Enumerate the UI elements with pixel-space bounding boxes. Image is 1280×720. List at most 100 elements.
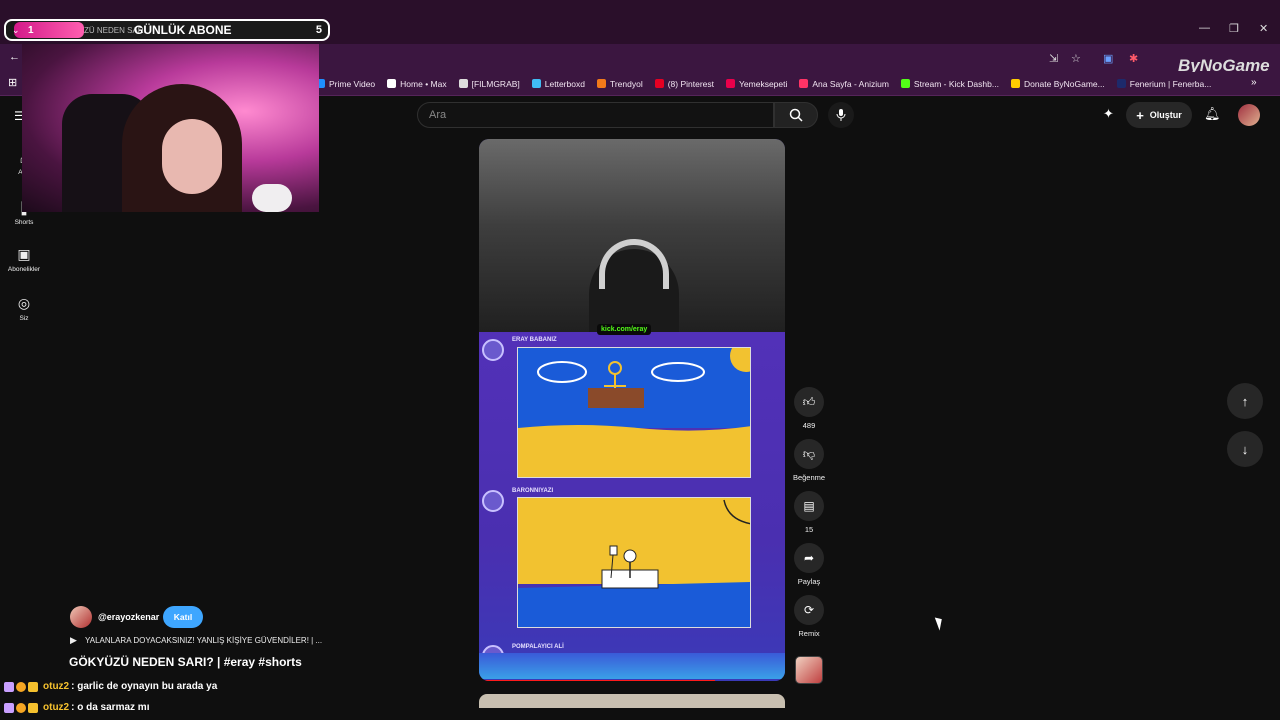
create-label: Oluştur xyxy=(1149,110,1182,120)
apps-grid-icon[interactable]: ⊞ xyxy=(8,76,17,89)
player-name: POMPALAYICI ALİ xyxy=(512,644,564,650)
bookmark-label: Yemeksepeti xyxy=(739,78,788,89)
sidebar-item-subscriptions[interactable]: ▣ Abonelikler xyxy=(0,246,48,273)
goal-title: GÜNLÜK ABONE xyxy=(134,23,232,37)
bookmark-item[interactable]: Yemeksepeti xyxy=(726,79,787,89)
remix-button[interactable]: ⟳ xyxy=(794,595,824,625)
profile-icon: ◎ xyxy=(17,295,31,311)
comments-button[interactable]: ▤ xyxy=(794,491,824,521)
extension-icon[interactable]: ✱ xyxy=(1129,52,1138,65)
chat-user: otuz2 xyxy=(43,702,70,713)
bookmark-label: Trendyol xyxy=(609,78,643,89)
bookmark-label: [FILMGRAB] xyxy=(471,78,520,89)
channel-name[interactable]: @erayozkenar xyxy=(98,612,159,622)
bookmark-item[interactable]: Fenerium | Fenerba... xyxy=(1116,78,1212,89)
sidebar-item-you[interactable]: ◎ Siz xyxy=(0,295,48,322)
bookmark-label: Fenerium | Fenerba... xyxy=(1129,78,1212,89)
subscriptions-icon: ▣ xyxy=(17,246,31,262)
bookmark-favicon-icon xyxy=(654,79,664,88)
dislike-label: Beğenme xyxy=(792,473,826,482)
translate-icon[interactable]: ▣ xyxy=(1103,52,1113,65)
badge-icon xyxy=(4,681,14,692)
drawing-canvas xyxy=(517,347,751,478)
account-avatar[interactable] xyxy=(1238,104,1260,126)
badge-icon xyxy=(16,681,26,692)
bookmark-favicon-icon xyxy=(387,79,397,88)
star-icon[interactable]: ☆ xyxy=(1071,52,1081,65)
sidebar-item-label: Siz xyxy=(19,315,29,322)
bookmark-item[interactable]: Stream - Kick Dashb... xyxy=(900,78,999,89)
share-button[interactable]: ➦ xyxy=(794,543,824,573)
badge-icon xyxy=(28,702,38,713)
plus-icon: + xyxy=(1136,107,1144,123)
mic-icon xyxy=(836,109,846,121)
comment-count: 15 xyxy=(804,525,814,534)
previous-short-button[interactable]: ↑ xyxy=(1227,383,1263,419)
bookmark-label: Prime Video xyxy=(329,78,376,89)
mouse-cursor xyxy=(934,615,946,631)
related-video-link[interactable]: ▶ YALANLARA DOYACAKSINIZ! YANLIŞ KİŞİYE … xyxy=(70,635,322,646)
search-button[interactable] xyxy=(774,102,818,128)
dislike-button[interactable]: 👎︎ xyxy=(794,439,824,469)
bookmark-item[interactable]: (8) Pinterest xyxy=(654,79,714,89)
share-label: Paylaş xyxy=(797,577,821,586)
subscriber-goal-bar: ⌄ 1 ZÜ NEDEN SARI GÜNLÜK ABONE 5 xyxy=(4,19,330,41)
chat-message: otuz2 : o da sarmaz mı xyxy=(4,702,149,713)
bookmark-label: Stream - Kick Dashb... xyxy=(913,78,999,89)
minimize-icon[interactable]: — xyxy=(1199,22,1210,34)
like-count: 489 xyxy=(802,421,816,430)
bookmark-label: Ana Sayfa - Anizium xyxy=(812,78,889,89)
bookmark-label: Letterboxd xyxy=(544,78,585,89)
search-input[interactable]: Ara xyxy=(417,102,774,128)
bookmark-item[interactable]: Prime Video xyxy=(316,79,375,89)
like-button[interactable]: 👍︎ xyxy=(794,387,824,417)
next-short-preview[interactable] xyxy=(479,694,785,708)
bookmark-item[interactable]: Trendyol xyxy=(596,78,643,89)
more-bookmarks-icon[interactable]: » xyxy=(1251,77,1257,88)
bookmark-label: Donate ByNoGame... xyxy=(1023,78,1105,89)
player-avatar xyxy=(482,339,504,361)
video-title: GÖKYÜZÜ NEDEN SARI? | #eray #shorts xyxy=(69,655,302,669)
bookmark-item[interactable]: Donate ByNoGame... xyxy=(1010,78,1105,89)
bookmark-favicon-icon xyxy=(458,79,468,88)
back-arrow-icon[interactable]: ← xyxy=(9,51,20,63)
channel-thumbnail[interactable] xyxy=(795,656,823,684)
play-icon: ▶ xyxy=(70,635,77,645)
chat-text: : o da sarmaz mı xyxy=(71,702,150,713)
gamer-webcam xyxy=(479,139,785,339)
kick-channel-tag: kick.com/eray xyxy=(597,324,652,335)
bookmark-item[interactable]: Ana Sayfa - Anizium xyxy=(799,79,889,89)
badge-icon xyxy=(28,681,38,692)
arrow-up-icon: ↑ xyxy=(1241,393,1249,409)
comment-icon: ▤ xyxy=(803,499,815,513)
remix-label: Remix xyxy=(798,629,820,638)
gemini-icon[interactable]: ✦ xyxy=(1103,106,1114,122)
badge-icon xyxy=(4,702,14,713)
playback-progress[interactable] xyxy=(479,680,715,681)
channel-avatar[interactable] xyxy=(70,606,92,628)
bookmark-favicon-icon xyxy=(799,79,809,88)
player-avatar xyxy=(482,490,504,512)
thumbs-up-icon: 👍︎ xyxy=(802,394,816,409)
create-button[interactable]: + Oluştur xyxy=(1126,102,1192,128)
next-short-button[interactable]: ↓ xyxy=(1227,431,1263,467)
close-icon[interactable]: ✕ xyxy=(1259,22,1268,35)
player-name: ERAY BABANIZ xyxy=(512,337,557,343)
chat-message: otuz2 : garlic de oynayın bu arada ya xyxy=(4,681,217,692)
notifications-bell-icon[interactable]: 🔔︎ xyxy=(1204,106,1221,122)
bookmark-item[interactable]: Home • Max xyxy=(387,79,447,89)
bookmark-favicon-icon xyxy=(531,79,541,88)
chevron-down-icon: ⌄ xyxy=(12,24,20,35)
install-app-icon[interactable]: ⇲ xyxy=(1049,52,1058,65)
voice-search-button[interactable] xyxy=(828,102,854,128)
bookmark-item[interactable]: [FILMGRAB] xyxy=(458,78,520,89)
bookmark-item[interactable]: Letterboxd xyxy=(531,78,585,89)
restore-icon[interactable]: ❐ xyxy=(1229,22,1239,35)
remix-icon: ⟳ xyxy=(803,603,815,617)
short-player[interactable]: kick.com/eray ERAY BABANIZ BARONNIYAZI P… xyxy=(479,139,785,681)
join-button[interactable]: Katıl xyxy=(163,606,203,628)
goal-current: 1 xyxy=(28,24,34,36)
chat-text: : garlic de oynayın bu arada ya xyxy=(71,681,218,692)
bookmark-favicon-icon xyxy=(596,79,606,88)
streamer-webcam xyxy=(22,44,319,212)
